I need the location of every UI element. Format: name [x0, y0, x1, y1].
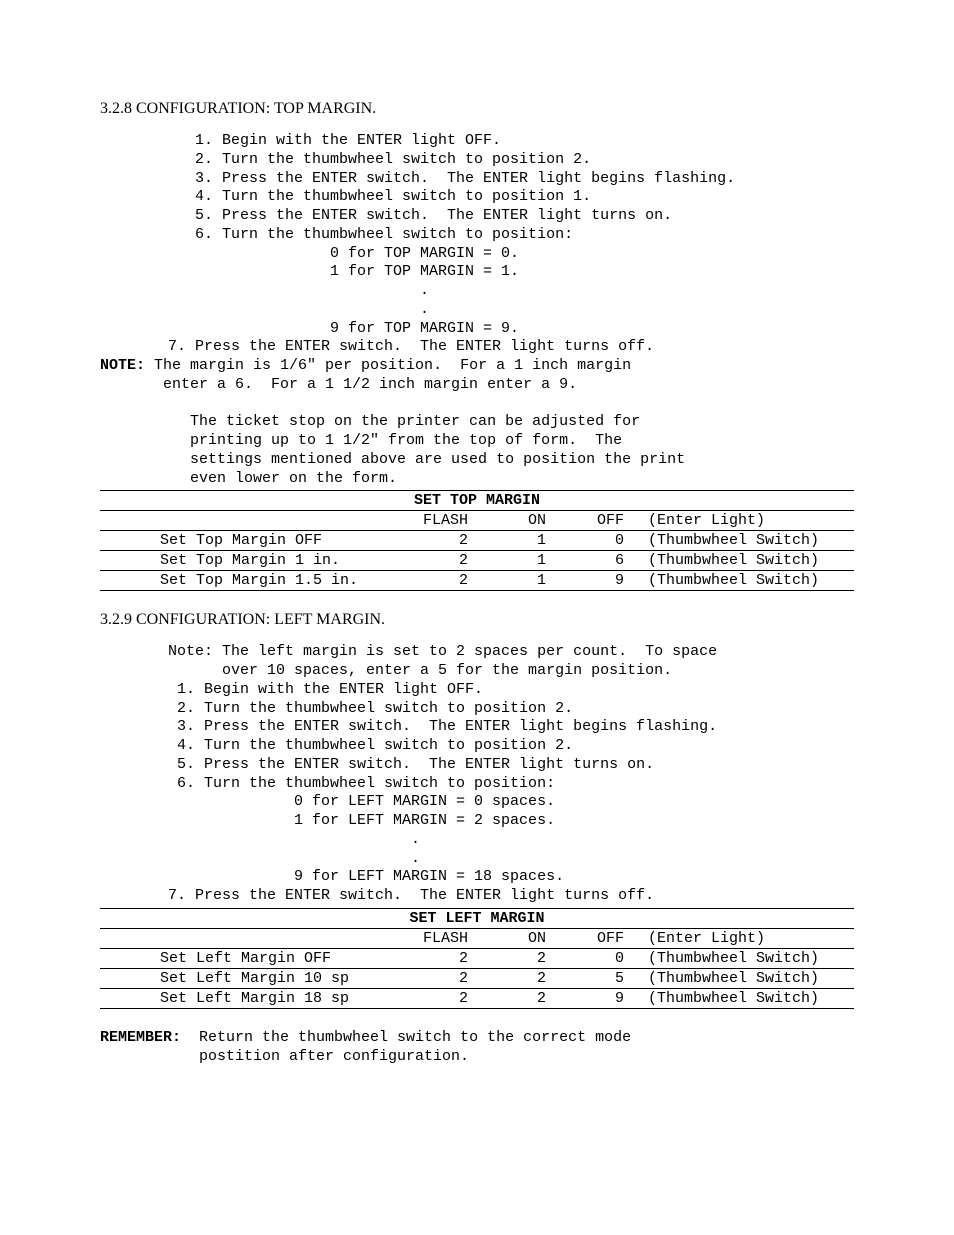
table-title: SET LEFT MARGIN: [100, 908, 854, 928]
cell-label: Set Top Margin OFF: [100, 531, 394, 551]
cell-off: 5: [550, 968, 628, 988]
table-row: Set Left Margin 10 sp 2 2 5 (Thumbwheel …: [100, 968, 854, 988]
section-heading-left: 3.2.9 CONFIGURATION: LEFT MARGIN.: [100, 611, 854, 629]
cell-flash: 2: [394, 968, 472, 988]
cell-on: 2: [472, 988, 550, 1008]
cell-flash: 2: [394, 948, 472, 968]
cell-on: 1: [472, 531, 550, 551]
th-on: ON: [472, 511, 550, 531]
table-title: SET TOP MARGIN: [100, 491, 854, 511]
th-flash: FLASH: [394, 928, 472, 948]
note-label: NOTE:: [100, 357, 145, 374]
table-row: Set Left Margin OFF 2 2 0 (Thumbwheel Sw…: [100, 948, 854, 968]
table-left-margin: SET LEFT MARGIN FLASH ON OFF (Enter Ligh…: [100, 908, 854, 1009]
table-row: Set Top Margin 1.5 in. 2 1 9 (Thumbwheel…: [100, 571, 854, 591]
table-top-margin: SET TOP MARGIN FLASH ON OFF (Enter Light…: [100, 490, 854, 591]
note-text: The margin is 1/6" per position. For a 1…: [100, 357, 685, 487]
section-heading-top: 3.2.8 CONFIGURATION: TOP MARGIN.: [100, 100, 854, 118]
cell-off: 6: [550, 551, 628, 571]
th-off: OFF: [550, 928, 628, 948]
cell-on: 1: [472, 551, 550, 571]
cell-note: (Thumbwheel Switch): [628, 988, 854, 1008]
cell-flash: 2: [394, 988, 472, 1008]
note-block-top: NOTE: The margin is 1/6" per position. F…: [100, 357, 854, 488]
remember-label: REMEMBER:: [100, 1029, 181, 1046]
cell-label: Set Top Margin 1.5 in.: [100, 571, 394, 591]
th-off: OFF: [550, 511, 628, 531]
table-row: Set Top Margin OFF 2 1 0 (Thumbwheel Swi…: [100, 531, 854, 551]
th-note: (Enter Light): [628, 511, 854, 531]
table-row: Set Top Margin 1 in. 2 1 6 (Thumbwheel S…: [100, 551, 854, 571]
cell-flash: 2: [394, 531, 472, 551]
cell-off: 9: [550, 988, 628, 1008]
cell-note: (Thumbwheel Switch): [628, 571, 854, 591]
steps-top: 1. Begin with the ENTER light OFF. 2. Tu…: [150, 132, 854, 357]
cell-flash: 2: [394, 551, 472, 571]
cell-note: (Thumbwheel Switch): [628, 968, 854, 988]
remember-block: REMEMBER: Return the thumbwheel switch t…: [100, 1029, 854, 1067]
th-flash: FLASH: [394, 511, 472, 531]
table-header-row: FLASH ON OFF (Enter Light): [100, 511, 854, 531]
table-header-row: FLASH ON OFF (Enter Light): [100, 928, 854, 948]
steps-left: Note: The left margin is set to 2 spaces…: [150, 643, 854, 906]
th-label: [100, 928, 394, 948]
th-label: [100, 511, 394, 531]
table-row: Set Left Margin 18 sp 2 2 9 (Thumbwheel …: [100, 988, 854, 1008]
cell-on: 2: [472, 968, 550, 988]
cell-label: Set Left Margin 18 sp: [100, 988, 394, 1008]
cell-note: (Thumbwheel Switch): [628, 531, 854, 551]
cell-label: Set Left Margin 10 sp: [100, 968, 394, 988]
cell-on: 1: [472, 571, 550, 591]
cell-note: (Thumbwheel Switch): [628, 551, 854, 571]
cell-off: 0: [550, 531, 628, 551]
cell-note: (Thumbwheel Switch): [628, 948, 854, 968]
cell-off: 9: [550, 571, 628, 591]
cell-flash: 2: [394, 571, 472, 591]
cell-label: Set Top Margin 1 in.: [100, 551, 394, 571]
cell-off: 0: [550, 948, 628, 968]
cell-label: Set Left Margin OFF: [100, 948, 394, 968]
th-on: ON: [472, 928, 550, 948]
cell-on: 2: [472, 948, 550, 968]
th-note: (Enter Light): [628, 928, 854, 948]
